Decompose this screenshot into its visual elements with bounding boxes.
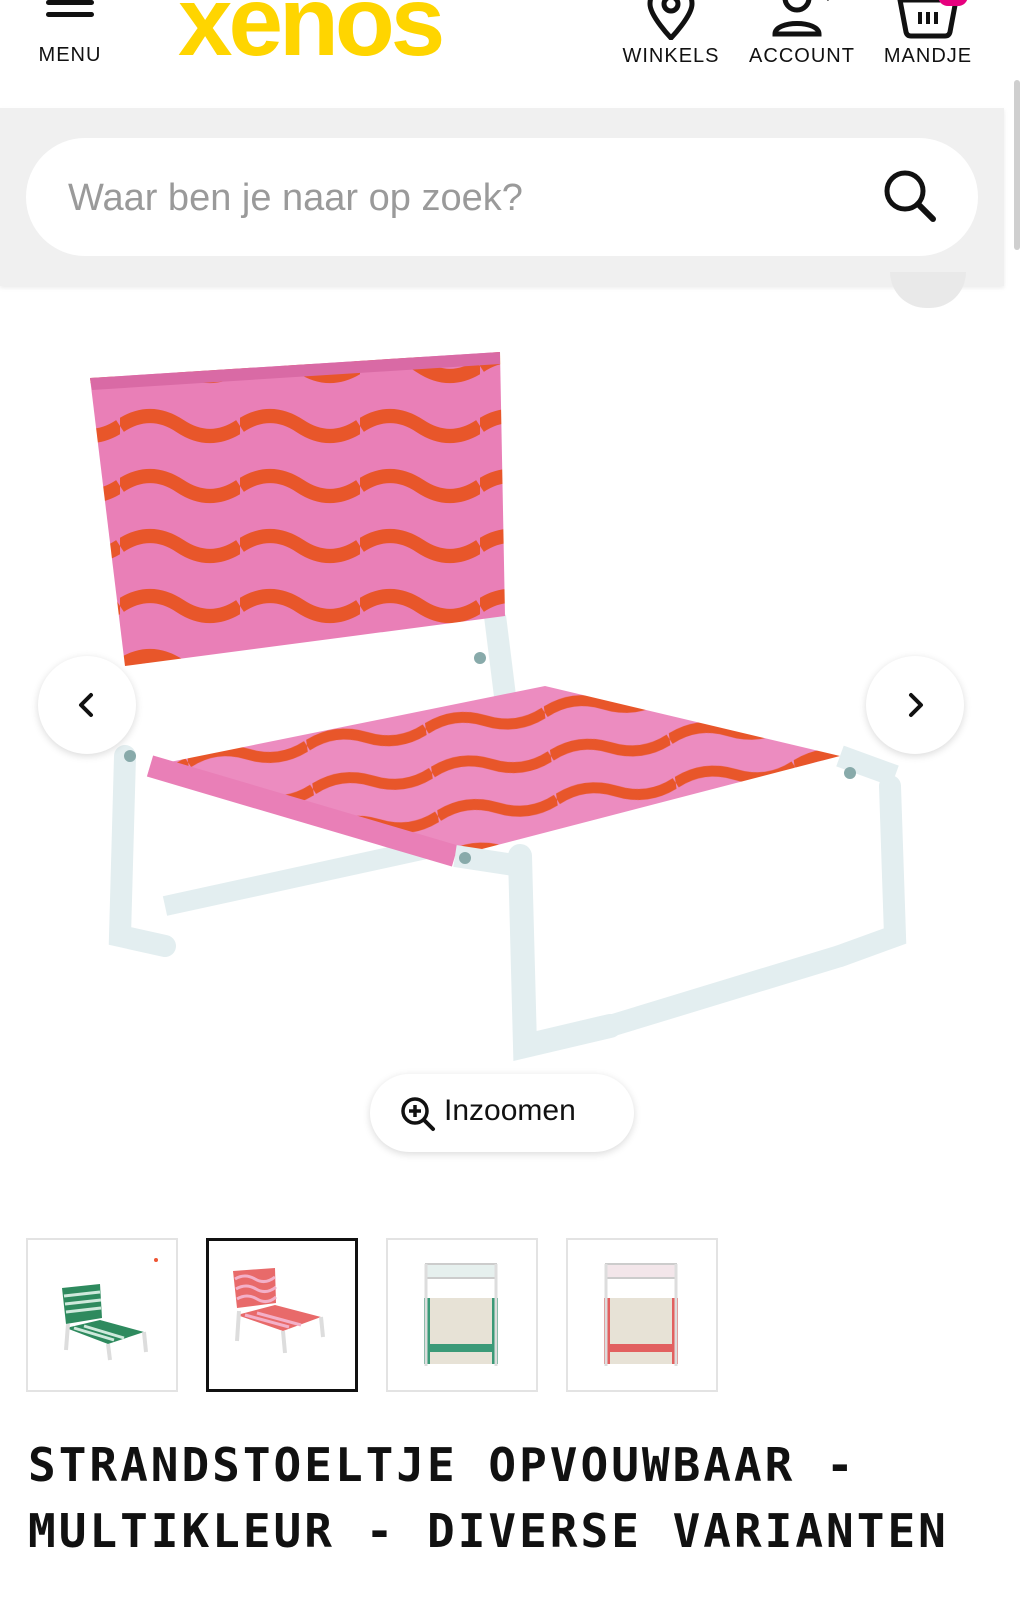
nav-account[interactable]: ACCOUNT [744, 0, 860, 80]
menu-button[interactable]: MENU [30, 0, 110, 80]
thumbnail-green-folded[interactable] [386, 1238, 538, 1392]
thumbnail-green-striped[interactable] [26, 1238, 178, 1392]
logo[interactable]: xenos [178, 0, 445, 70]
prev-image-button[interactable] [38, 656, 136, 754]
product-title-line-1: STRANDSTOELTJE OPVOUWBAAR - [28, 1438, 857, 1492]
nav-winkels[interactable]: WINKELS [618, 0, 724, 80]
product-image[interactable] [0, 286, 1004, 1066]
search-icon[interactable] [882, 168, 938, 224]
product-title: STRANDSTOELTJE OPVOUWBAAR - MULTIKLEUR -… [28, 1432, 1008, 1564]
scrollbar[interactable] [1014, 80, 1020, 250]
basket-icon [896, 0, 960, 44]
thumbnail-red-folded[interactable] [566, 1238, 718, 1392]
thumbnail-pink-wave[interactable] [206, 1238, 358, 1392]
next-image-button[interactable] [866, 656, 964, 754]
hamburger-icon [46, 0, 94, 30]
search-bar-section [0, 108, 1004, 286]
search-input[interactable] [66, 160, 850, 236]
user-icon [767, 0, 837, 44]
zoom-label: Inzoomen [444, 1094, 576, 1127]
zoom-in-icon [401, 1097, 435, 1131]
search-box [26, 138, 978, 256]
product-title-line-2: MULTIKLEUR - DIVERSE VARIANTEN [28, 1504, 949, 1558]
nav-label: ACCOUNT [749, 45, 855, 67]
chevron-left-icon [79, 693, 93, 717]
location-pin-icon [644, 0, 698, 44]
product-gallery: Inzoomen [0, 272, 1004, 1186]
nav-label: WINKELS [622, 45, 720, 67]
site-header: MENU xenos WINKELS ACCOUNT MANDJE [0, 0, 1024, 108]
nav-label: MANDJE [883, 45, 973, 67]
menu-label: MENU [38, 44, 102, 66]
zoom-button[interactable]: Inzoomen [370, 1074, 634, 1152]
nav-mandje[interactable]: MANDJE [878, 0, 978, 80]
chevron-right-icon [909, 693, 923, 717]
